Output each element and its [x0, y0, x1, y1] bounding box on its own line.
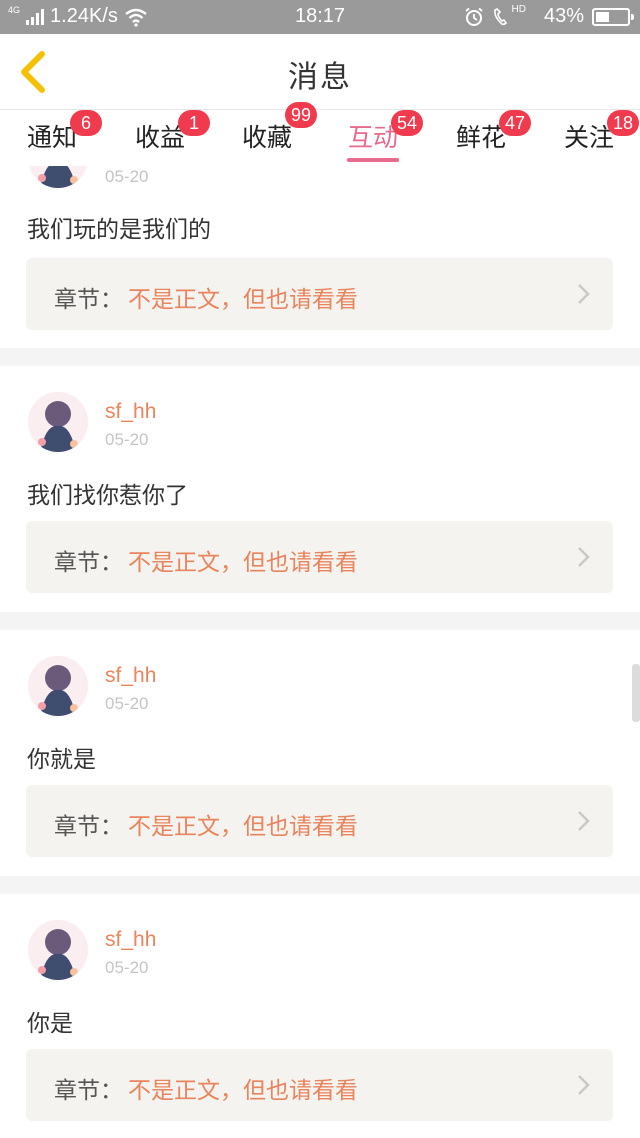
status-right: HD 43% [464, 4, 634, 28]
chapter-link[interactable]: 章节： 不是正文，但也请看看 [26, 785, 613, 857]
tab-bar: 通知 6 收益 1 收藏 99 互动 54 鲜花 47 关注 18 [0, 102, 640, 166]
message-text: 你就是 [27, 747, 96, 773]
chapter-label: 章节： [54, 814, 123, 840]
username[interactable]: sf_hh [105, 664, 156, 688]
hd-call-icon [493, 7, 507, 25]
message-text: 你是 [27, 1011, 73, 1037]
list-item: 05-20 我们玩的是我们的 章节： 不是正文，但也请看看 [0, 166, 640, 348]
avatar[interactable] [28, 656, 88, 716]
divider [0, 876, 640, 894]
unread-badge: 1 [178, 110, 210, 136]
message-date: 05-20 [105, 958, 149, 977]
avatar-image [28, 166, 88, 188]
chapter-link[interactable]: 章节： 不是正文，但也请看看 [26, 1049, 613, 1121]
list-item: sf_hh 05-20 我们找你惹你了 章节： 不是正文，但也请看看 [0, 366, 640, 612]
active-underline [347, 158, 399, 162]
divider [0, 348, 640, 366]
message-list[interactable]: 05-20 我们玩的是我们的 章节： 不是正文，但也请看看 sf_hh 05-2… [0, 166, 640, 1138]
chapter-title: 不是正文，但也请看看 [128, 550, 358, 576]
chapter-link[interactable]: 章节： 不是正文，但也请看看 [26, 521, 613, 593]
chevron-right-icon [578, 284, 590, 304]
chapter-label: 章节： [54, 1078, 123, 1104]
message-text: 我们找你惹你了 [27, 483, 188, 509]
message-text: 我们玩的是我们的 [27, 217, 211, 243]
unread-badge: 99 [285, 102, 318, 128]
chevron-right-icon [578, 1075, 590, 1095]
chapter-title: 不是正文，但也请看看 [128, 814, 358, 840]
tab-label: 收藏 [241, 123, 292, 152]
chapter-title: 不是正文，但也请看看 [128, 1078, 358, 1104]
tab-flowers[interactable]: 鲜花 47 [455, 110, 532, 166]
alarm-icon [464, 7, 483, 26]
chapter-label: 章节： [54, 287, 123, 313]
chapter-title: 不是正文，但也请看看 [128, 287, 358, 313]
avatar-image [28, 656, 88, 716]
list-item: sf_hh 05-20 你就是 章节： 不是正文，但也请看看 [0, 630, 640, 876]
avatar[interactable] [28, 166, 88, 188]
unread-badge: 54 [391, 110, 424, 136]
message-date: 05-20 [105, 430, 149, 449]
divider [0, 612, 640, 630]
scrollbar-thumb[interactable] [632, 664, 640, 722]
username[interactable]: sf_hh [105, 928, 156, 952]
tab-following[interactable]: 关注 18 [563, 110, 640, 166]
hd-label: HD [511, 4, 526, 15]
avatar-image [28, 920, 88, 980]
tab-earnings[interactable]: 收益 1 [134, 110, 210, 166]
chevron-right-icon [578, 547, 590, 567]
battery-percent: 43% [543, 5, 584, 27]
chapter-link[interactable]: 章节： 不是正文，但也请看看 [26, 258, 613, 330]
chevron-right-icon [578, 811, 590, 831]
avatar-image [28, 392, 88, 452]
username[interactable]: sf_hh [105, 400, 156, 424]
chapter-label: 章节： [54, 550, 123, 576]
avatar[interactable] [28, 920, 88, 980]
status-bar: 4G 1.24K/s 18:17 HD 43% [0, 0, 640, 34]
tab-interactions[interactable]: 互动 54 [347, 110, 424, 166]
unread-badge: 6 [70, 110, 102, 136]
page-title: 消息 [288, 60, 352, 95]
tab-favorites[interactable]: 收藏 99 [241, 102, 318, 166]
app-header: 消息 [0, 34, 640, 110]
avatar[interactable] [28, 392, 88, 452]
message-date: 05-20 [105, 167, 149, 186]
battery-icon [592, 7, 634, 26]
list-item: sf_hh 05-20 你是 章节： 不是正文，但也请看看 [0, 894, 640, 1138]
tab-notifications[interactable]: 通知 6 [26, 110, 102, 166]
unread-badge: 47 [499, 110, 532, 136]
message-date: 05-20 [105, 694, 149, 713]
unread-badge: 18 [607, 110, 640, 136]
